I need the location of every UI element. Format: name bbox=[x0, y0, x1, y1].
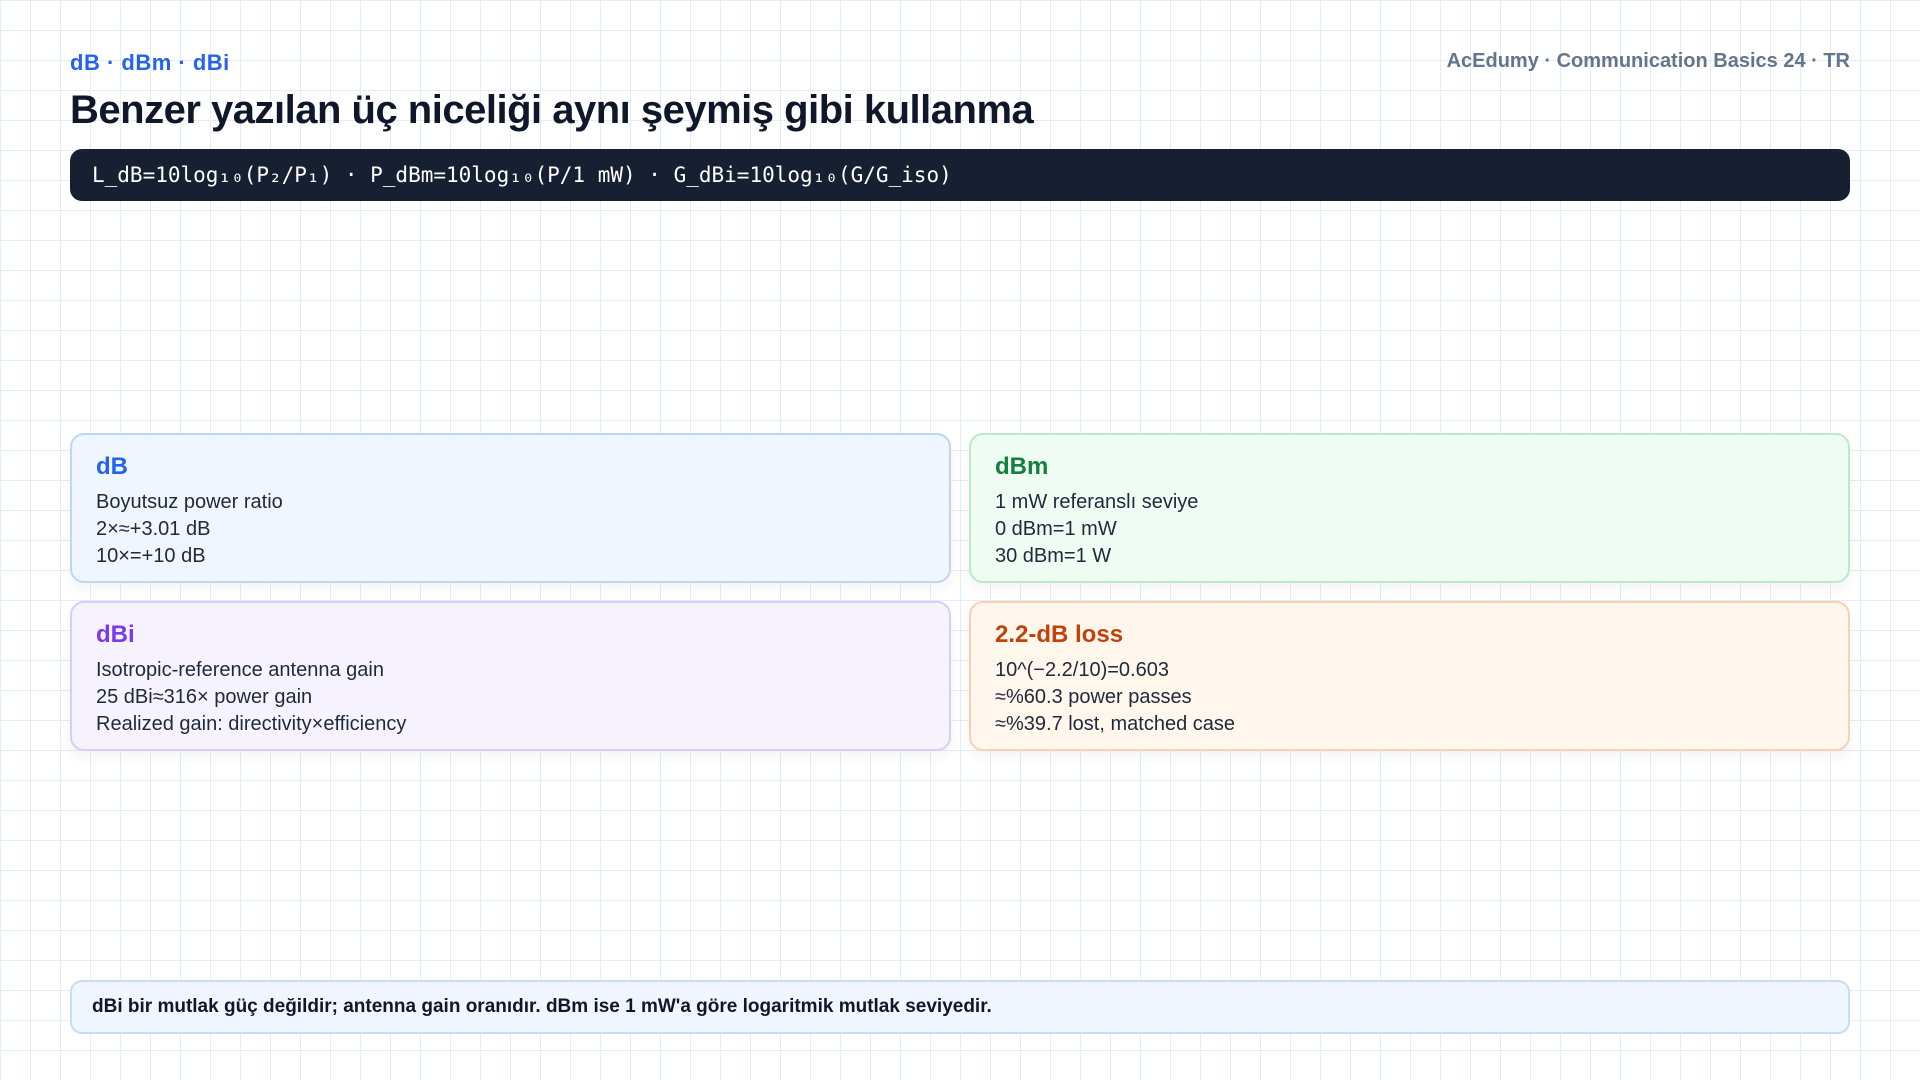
card-db: dB Boyutsuz power ratio 2×≈+3.01 dB 10×=… bbox=[70, 433, 951, 583]
card-line: ≈%39.7 lost, matched case bbox=[995, 713, 1235, 735]
card-line: Realized gain: directivity×efficiency bbox=[96, 713, 407, 735]
card-title: dBi bbox=[96, 621, 135, 648]
card-title: dBm bbox=[995, 453, 1049, 480]
brand-label: AcEdumy · Communication Basics 24 · TR bbox=[1446, 50, 1850, 72]
card-line: 30 dBm=1 W bbox=[995, 545, 1112, 567]
card-line: 25 dBi≈316× power gain bbox=[96, 686, 313, 708]
card-grid: dB Boyutsuz power ratio 2×≈+3.01 dB 10×=… bbox=[70, 433, 1850, 751]
card-dbm: dBm 1 mW referanslı seviye 0 dBm=1 mW 30… bbox=[969, 433, 1850, 583]
card-line: 10^(−2.2/10)=0.603 bbox=[995, 659, 1169, 681]
card-loss: 2.2-dB loss 10^(−2.2/10)=0.603 ≈%60.3 po… bbox=[969, 601, 1850, 751]
card-line: Isotropic-reference antenna gain bbox=[96, 659, 384, 681]
formula-bar: L_dB=10log₁₀(P₂/P₁) · P_dBm=10log₁₀(P/1 … bbox=[70, 149, 1850, 201]
card-line: Boyutsuz power ratio bbox=[96, 491, 283, 513]
formula-text: L_dB=10log₁₀(P₂/P₁) · P_dBm=10log₁₀(P/1 … bbox=[92, 163, 952, 187]
card-line: 10×=+10 dB bbox=[96, 545, 206, 567]
card-title: dB bbox=[96, 453, 128, 480]
card-title: 2.2-dB loss bbox=[995, 621, 1124, 648]
card-line: ≈%60.3 power passes bbox=[995, 686, 1192, 708]
card-line: 0 dBm=1 mW bbox=[995, 518, 1117, 540]
topic-kicker: dB · dBm · dBi bbox=[70, 50, 230, 75]
footer-note-text: dBi bir mutlak güç değildir; antenna gai… bbox=[92, 996, 992, 1017]
slide: dB · dBm · dBi AcEdumy · Communication B… bbox=[70, 0, 1850, 1080]
footer-note: dBi bir mutlak güç değildir; antenna gai… bbox=[70, 980, 1850, 1034]
card-dbi: dBi Isotropic-reference antenna gain 25 … bbox=[70, 601, 951, 751]
card-line: 2×≈+3.01 dB bbox=[96, 518, 211, 540]
card-line: 1 mW referanslı seviye bbox=[995, 491, 1199, 513]
page-title: Benzer yazılan üç niceliği aynı şeymiş g… bbox=[70, 88, 1034, 132]
